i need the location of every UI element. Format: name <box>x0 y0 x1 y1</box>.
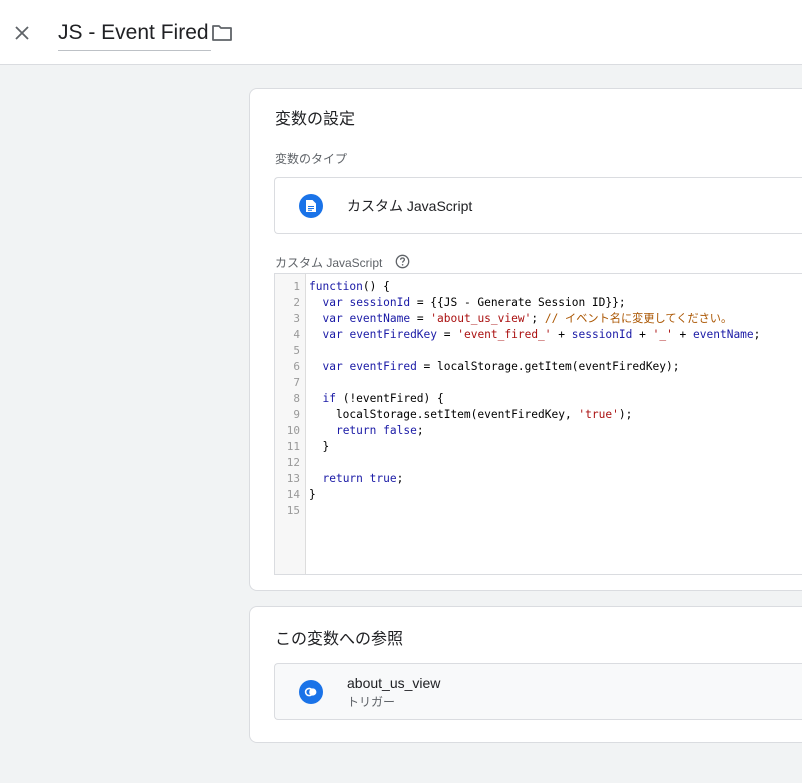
line-number: 12 <box>286 456 300 469</box>
references-title: この変数への参照 <box>275 631 404 648</box>
line-number: 3 <box>293 312 300 325</box>
line-number: 4 <box>293 328 300 341</box>
variable-type-label: 変数のタイプ <box>275 152 348 166</box>
line-number: 13 <box>286 472 300 485</box>
code-line[interactable]: } <box>309 439 802 455</box>
code-line[interactable]: if (!eventFired) { <box>309 391 802 407</box>
trigger-icon <box>299 680 323 704</box>
code-line[interactable]: var eventName = 'about_us_view'; // イベント… <box>309 311 802 327</box>
variable-type-selector[interactable]: カスタム JavaScript <box>274 177 802 234</box>
code-line[interactable]: localStorage.setItem(eventFiredKey, 'tru… <box>309 407 802 423</box>
line-number: 6 <box>293 360 300 373</box>
reference-item[interactable]: about_us_view トリガー <box>274 663 802 720</box>
section-title: 変数の設定 <box>275 111 356 128</box>
references-card: この変数への参照 about_us_view トリガー <box>249 606 802 743</box>
code-line[interactable]: return false; <box>309 423 802 439</box>
line-number: 11 <box>286 440 300 453</box>
line-number: 15 <box>286 504 300 517</box>
code-line[interactable] <box>309 343 802 359</box>
code-line[interactable]: function() { <box>309 279 802 295</box>
code-line[interactable]: } <box>309 487 802 503</box>
code-editor[interactable]: 1 2 3 4 5 6 7 8 9 10 11 12 13 14 15 func… <box>274 273 802 575</box>
code-line[interactable] <box>309 375 802 391</box>
line-number: 1 <box>293 280 300 293</box>
variable-config-card: 変数の設定 変数のタイプ カスタム JavaScript カスタム JavaSc… <box>249 88 802 591</box>
code-line[interactable]: var eventFiredKey = 'event_fired_' + ses… <box>309 327 802 343</box>
line-number: 2 <box>293 296 300 309</box>
title-field[interactable]: JS - Event Fired <box>58 18 211 51</box>
top-bar: JS - Event Fired <box>0 0 802 65</box>
help-circle-icon[interactable] <box>395 254 410 269</box>
line-number: 8 <box>293 392 300 405</box>
code-line[interactable]: return true; <box>309 471 802 487</box>
folder-button[interactable] <box>210 22 234 44</box>
variable-title[interactable]: JS - Event Fired <box>58 21 209 44</box>
folder-icon <box>212 25 232 41</box>
line-number-gutter: 1 2 3 4 5 6 7 8 9 10 11 12 13 14 15 <box>275 274 306 574</box>
code-content[interactable]: function() { var sessionId = {{JS - Gene… <box>309 279 802 519</box>
reference-name: about_us_view <box>347 675 441 691</box>
code-label: カスタム JavaScript <box>275 256 383 270</box>
line-number: 9 <box>293 408 300 421</box>
code-line[interactable] <box>309 455 802 471</box>
line-number: 7 <box>293 376 300 389</box>
document-icon <box>299 194 323 218</box>
line-number: 10 <box>286 424 300 437</box>
line-number: 5 <box>293 344 300 357</box>
code-line[interactable] <box>309 503 802 519</box>
reference-type: トリガー <box>347 695 396 709</box>
code-line[interactable]: var eventFired = localStorage.getItem(ev… <box>309 359 802 375</box>
line-number: 14 <box>286 488 300 501</box>
close-button[interactable] <box>9 20 35 46</box>
variable-type-value: カスタム JavaScript <box>347 198 473 214</box>
close-icon <box>15 26 29 40</box>
code-line[interactable]: var sessionId = {{JS - Generate Session … <box>309 295 802 311</box>
